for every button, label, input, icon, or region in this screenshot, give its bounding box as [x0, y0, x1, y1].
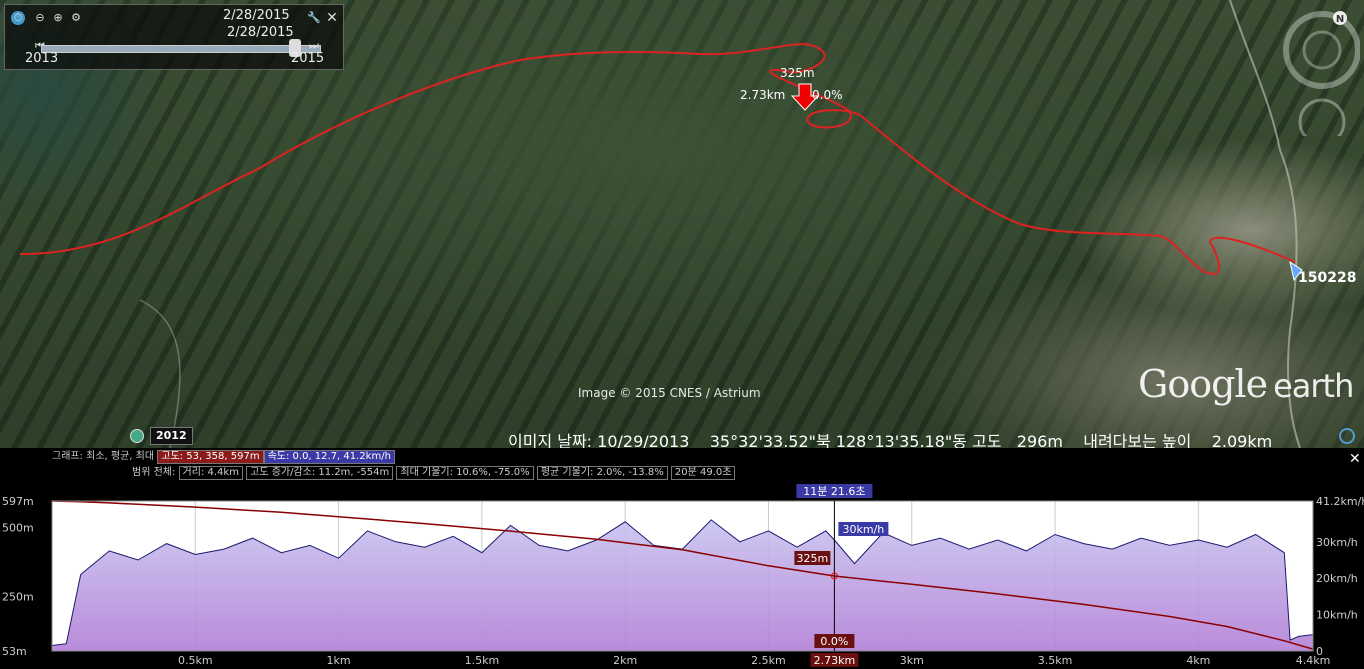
cursor-speed-label: 30km/h [843, 523, 885, 536]
y-left-tick-label: 53m [2, 645, 27, 658]
wrench-icon[interactable]: 🔧 [307, 11, 321, 25]
x-tick-label: 1km [327, 654, 351, 667]
cursor-time-label: 11분 21.6초 [803, 485, 865, 498]
close-icon[interactable]: ✕ [325, 11, 339, 25]
x-tick-label: 3.5km [1038, 654, 1073, 667]
x-tick-label: 4.4km [1296, 654, 1331, 667]
y-right-tick-label: 20km/h [1316, 572, 1358, 585]
street-view-icon[interactable] [1339, 428, 1355, 444]
x-tick-label: 0.5km [178, 654, 213, 667]
time-slider-year-start: 2013 [25, 51, 59, 66]
status-text: 이미지 날짜: 10/29/2013 35°32'33.52"북 128°13'… [508, 432, 1273, 448]
zoom-out-icon[interactable]: ⊖ [33, 11, 47, 25]
marker-distance-label: 2.73km [740, 88, 786, 102]
y-right-tick-label: 30km/h [1316, 536, 1358, 549]
time-slider-track[interactable] [41, 45, 321, 53]
time-slider-panel: ⏱ ⊖ ⊕ ⚙ 2/28/2015 🔧 ✕ 2/28/2015 ⏮ ⏭ 2013… [4, 4, 344, 70]
y-left-tick-label: 250m [2, 591, 34, 604]
imagery-attribution: Image © 2015 CNES / Astrium [578, 386, 761, 400]
settings-icon[interactable]: ⚙ [69, 11, 83, 25]
google-earth-logo: Google earth [1138, 362, 1354, 406]
navigation-controls[interactable]: N [1282, 6, 1360, 136]
logo-sub: earth [1273, 367, 1354, 405]
marker-elevation-label: 325m [780, 66, 815, 80]
x-tick-label: 3km [900, 654, 924, 667]
elevation-profile-panel: ✕ 그래프: 최소, 평균, 최대 고도: 53, 358, 597m 속도: 0… [0, 448, 1364, 669]
clock-icon[interactable]: ⏱ [11, 11, 25, 25]
y-right-tick-label: 41.2km/h [1316, 495, 1364, 508]
y-right-tick-label: 10km/h [1316, 609, 1358, 622]
cursor-elevation-label: 325m [797, 552, 829, 565]
status-bar: 이미지 날짜: 10/29/2013 35°32'33.52"북 128°13'… [0, 424, 1364, 448]
marker-slope-label: 0.0% [812, 88, 843, 102]
year-badge[interactable]: 2012 [150, 427, 193, 445]
time-slider-date-mid: 2/28/2015 [227, 25, 294, 40]
x-tick-label: 4km [1186, 654, 1210, 667]
elevation-profile-chart[interactable]: 597m 500m 250m 53m 41.2km/h 30km/h 20km/h 10km/… [0, 448, 1364, 669]
time-slider-date-top: 2/28/2015 [223, 8, 290, 23]
x-tick-label: 1.5km [465, 654, 500, 667]
logo-main: Google [1138, 362, 1268, 406]
cursor-slope-label: 0.0% [820, 635, 848, 648]
track-end-label: 150228 [1298, 270, 1357, 286]
x-tick-label: 2km [613, 654, 637, 667]
zoom-in-icon[interactable]: ⊕ [51, 11, 65, 25]
x-tick-label: 2.5km [751, 654, 786, 667]
gps-track-path [19, 43, 1296, 275]
y-left-tick-label: 500m [2, 522, 34, 535]
satellite-map-view[interactable]: 325m 2.73km 0.0% 150228 ⏱ ⊖ ⊕ ⚙ 2/28/201… [0, 0, 1364, 448]
svg-text:N: N [1336, 14, 1344, 25]
x-axis-labels: 0.5km 1km 1.5km 2km 2.5km 3km 3.5km 4km 4.4km [178, 654, 1330, 667]
time-slider-year-end: 2015 [291, 51, 325, 66]
y-left-tick-label: 597m [2, 495, 34, 508]
cursor-distance-label: 2.73km [814, 654, 856, 667]
historical-imagery-icon[interactable] [130, 429, 144, 443]
